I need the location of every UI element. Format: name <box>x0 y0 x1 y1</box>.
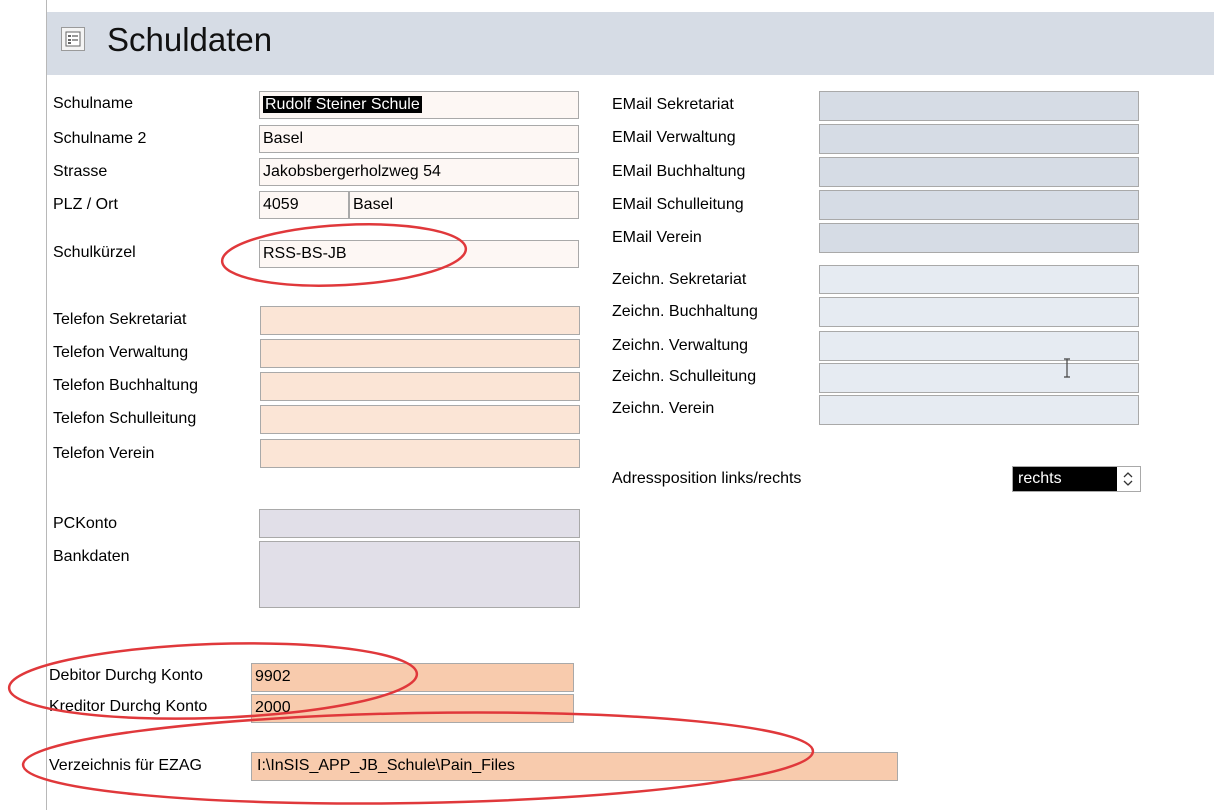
adressposition-value: rechts <box>1013 467 1117 491</box>
adressposition-label: Adressposition links/rechts <box>612 470 802 487</box>
telefon-sekretariat-label: Telefon Sekretariat <box>53 311 187 328</box>
zeichn-schulleitung-field[interactable] <box>819 363 1139 393</box>
telefon-verwaltung-field[interactable] <box>260 339 580 368</box>
zeichn-verein-field[interactable] <box>819 395 1139 425</box>
zeichn-schulleitung-label: Zeichn. Schulleitung <box>612 368 757 385</box>
strasse-label: Strasse <box>53 163 108 180</box>
telefon-verwaltung-label: Telefon Verwaltung <box>53 344 189 361</box>
strasse-field[interactable]: Jakobsbergerholzweg 54 <box>259 158 579 186</box>
schulname-field[interactable]: Rudolf Steiner Schule <box>259 91 579 119</box>
email-schulleitung-label: EMail Schulleitung <box>612 196 744 213</box>
email-buchhaltung-label: EMail Buchhaltung <box>612 163 746 180</box>
telefon-verein-label: Telefon Verein <box>53 445 155 462</box>
form-title: Schuldaten <box>107 21 273 58</box>
bankdaten-label: Bankdaten <box>53 548 130 565</box>
zeichn-verein-label: Zeichn. Verein <box>612 400 715 417</box>
zeichn-sekretariat-label: Zeichn. Sekretariat <box>612 271 747 288</box>
bankdaten-field[interactable] <box>259 541 580 608</box>
schulname2-field[interactable]: Basel <box>259 125 579 153</box>
telefon-schulleitung-field[interactable] <box>260 405 580 434</box>
telefon-verein-field[interactable] <box>260 439 580 468</box>
email-verein-field[interactable] <box>819 223 1139 253</box>
schulname-label: Schulname <box>53 95 134 112</box>
kreditor-label: Kreditor Durchg Konto <box>49 698 208 715</box>
telefon-buchhaltung-label: Telefon Buchhaltung <box>53 377 198 394</box>
schulkuerzel-field[interactable]: RSS-BS-JB <box>259 240 579 268</box>
verzeichnis-field[interactable]: I:\InSIS_APP_JB_Schule\Pain_Files <box>251 752 898 781</box>
email-schulleitung-field[interactable] <box>819 190 1139 220</box>
email-sekretariat-label: EMail Sekretariat <box>612 96 734 113</box>
ort-field[interactable]: Basel <box>349 191 579 219</box>
zeichn-sekretariat-field[interactable] <box>819 265 1139 294</box>
telefon-sekretariat-field[interactable] <box>260 306 580 335</box>
email-verein-label: EMail Verein <box>612 229 702 246</box>
pckonto-field[interactable] <box>259 509 580 538</box>
pckonto-label: PCKonto <box>53 515 118 532</box>
form-icon <box>61 27 85 51</box>
debitor-label: Debitor Durchg Konto <box>49 667 203 684</box>
schulname-value: Rudolf Steiner Schule <box>263 96 422 113</box>
spin-updown-icon[interactable] <box>1118 469 1138 489</box>
verzeichnis-label: Verzeichnis für EZAG <box>49 757 202 774</box>
zeichn-buchhaltung-label: Zeichn. Buchhaltung <box>612 303 758 320</box>
plz-field[interactable]: 4059 <box>259 191 349 219</box>
email-verwaltung-field[interactable] <box>819 124 1139 154</box>
schulname2-label: Schulname 2 <box>53 130 147 147</box>
telefon-schulleitung-label: Telefon Schulleitung <box>53 410 197 427</box>
zeichn-buchhaltung-field[interactable] <box>819 297 1139 327</box>
schulkuerzel-label: Schulkürzel <box>53 244 136 261</box>
kreditor-field[interactable]: 2000 <box>251 694 574 723</box>
text-cursor-icon <box>1064 358 1070 378</box>
email-verwaltung-label: EMail Verwaltung <box>612 129 736 146</box>
zeichn-verwaltung-label: Zeichn. Verwaltung <box>612 337 749 354</box>
email-buchhaltung-field[interactable] <box>819 157 1139 187</box>
adressposition-combobox[interactable]: rechts <box>1012 466 1141 492</box>
debitor-field[interactable]: 9902 <box>251 663 574 692</box>
plz-ort-label: PLZ / Ort <box>53 196 118 213</box>
telefon-buchhaltung-field[interactable] <box>260 372 580 401</box>
email-sekretariat-field[interactable] <box>819 91 1139 121</box>
zeichn-verwaltung-field[interactable] <box>819 331 1139 361</box>
form-left-border <box>46 0 47 810</box>
